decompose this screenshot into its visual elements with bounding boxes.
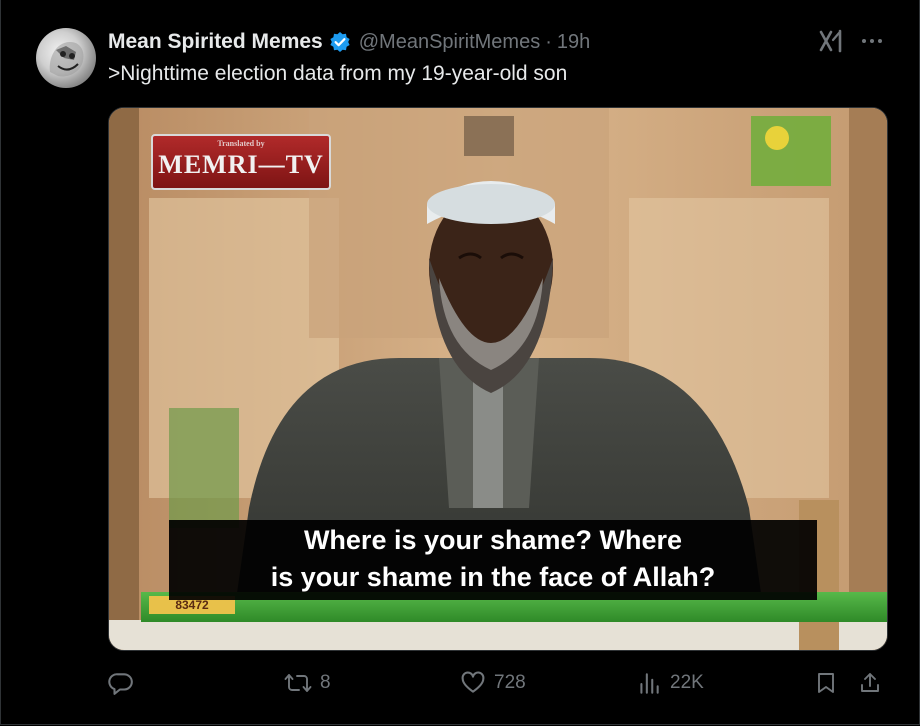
- verified-badge-icon: [329, 31, 351, 53]
- bookmark-button[interactable]: [814, 668, 838, 698]
- logo-text: MEMRI—TV: [158, 150, 324, 179]
- like-icon: [460, 670, 486, 696]
- separator-dot: ·: [545, 30, 552, 53]
- caption-line-1: Where is your shame? Where: [303, 525, 683, 555]
- tweet-media[interactable]: Translated by MEMRI—TV 83472 Where is yo…: [108, 107, 888, 651]
- tweet-actions: 8 728 22K: [108, 668, 888, 698]
- more-icon[interactable]: [858, 28, 886, 54]
- reply-icon: [108, 670, 134, 696]
- like-button[interactable]: 728: [460, 668, 526, 698]
- tweet-text: >Nighttime election data from my 19-year…: [108, 62, 568, 85]
- like-count: 728: [494, 672, 526, 693]
- tweet-header: Mean Spirited Memes @MeanSpiritMemes · 1…: [108, 28, 590, 56]
- avatar-image: [49, 42, 84, 77]
- views-icon: [636, 670, 662, 696]
- share-button[interactable]: [858, 668, 882, 698]
- memri-tv-logo: Translated by MEMRI—TV: [151, 134, 331, 190]
- views-button[interactable]: 22K: [636, 668, 704, 698]
- views-count: 22K: [670, 672, 704, 693]
- retweet-button[interactable]: 8: [284, 668, 331, 698]
- timestamp[interactable]: 19h: [557, 31, 590, 54]
- subtitle-caption: Where is your shame? Where is your shame…: [169, 520, 817, 600]
- author-handle[interactable]: @MeanSpiritMemes: [359, 31, 540, 54]
- retweet-count: 8: [320, 672, 331, 693]
- author-name[interactable]: Mean Spirited Memes: [108, 30, 323, 54]
- retweet-icon: [284, 670, 312, 696]
- caption-line-2: is your shame in the face of Allah?: [270, 562, 716, 592]
- logo-small-text: Translated by: [217, 139, 265, 148]
- reply-button[interactable]: [108, 668, 142, 698]
- grok-icon[interactable]: [818, 28, 846, 54]
- bookmark-icon: [814, 670, 838, 696]
- share-icon: [858, 670, 882, 696]
- avatar[interactable]: [36, 28, 96, 88]
